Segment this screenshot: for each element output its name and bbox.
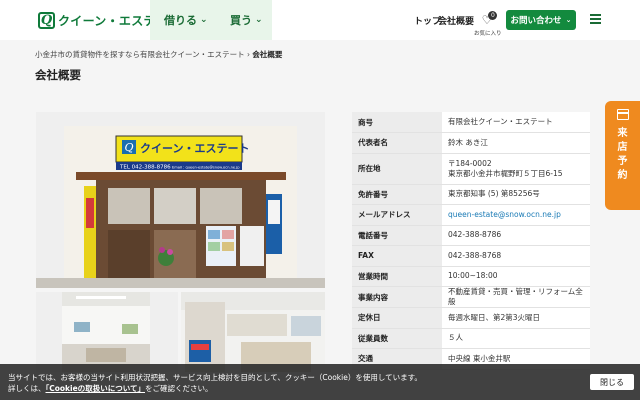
row-value: 10:00~18:00 bbox=[442, 266, 590, 287]
favorites-label: お気に入り bbox=[474, 31, 502, 37]
cookie-line-2-suffix: をご確認ください。 bbox=[144, 384, 213, 393]
table-row: 事業内容 不動産賃貸・売買・管理・リフォーム全般 bbox=[352, 286, 590, 308]
row-value: 鈴木 あき江 bbox=[442, 132, 590, 154]
favorites-button[interactable]: ♡ 0 お気に入り bbox=[474, 9, 502, 37]
row-value: queen-estate@snow.ocn.ne.jp bbox=[442, 204, 590, 226]
row-key: 従業員数 bbox=[352, 328, 442, 349]
table-row: 商号 有限会社クイーン・エステート bbox=[352, 112, 590, 133]
nav-borrow-menu[interactable]: 借りる ⌄ bbox=[164, 0, 208, 40]
breadcrumb-home-link[interactable]: 小金井市の賃貸物件を探すなら有限会社クイーン・エステート bbox=[35, 50, 245, 59]
table-row: 免許番号 東京都知事 (5) 第85256号 bbox=[352, 184, 590, 205]
table-row: 代表者名 鈴木 あき江 bbox=[352, 132, 590, 154]
cookie-close-button[interactable]: 閉じる bbox=[590, 374, 634, 390]
interior-photo-2 bbox=[181, 292, 325, 372]
row-value: 毎週水曜日、第2第3火曜日 bbox=[442, 307, 590, 329]
row-key: 商号 bbox=[352, 112, 442, 133]
side-tab-char: 約 bbox=[617, 170, 628, 181]
row-value: 042-388-8768 bbox=[442, 245, 590, 267]
chevron-down-icon: ⌄ bbox=[255, 15, 263, 25]
row-value: 東京都知事 (5) 第85256号 bbox=[442, 184, 590, 205]
contact-button[interactable]: お問い合わせ ⌄ bbox=[506, 10, 576, 30]
cookie-line-2-prefix: 詳しくは、 bbox=[8, 384, 46, 393]
cookie-banner: 当サイトでは、お客様の当サイト利用状況把握、サービス向上検討を目的として、クッキ… bbox=[0, 364, 640, 400]
row-key: 営業時間 bbox=[352, 266, 442, 287]
sign-email-text: Email : queen-estate@snow.ocn.ne.jp bbox=[172, 166, 240, 170]
cookie-policy-link[interactable]: 「Cookieの取扱いについて」 bbox=[46, 384, 145, 393]
company-link[interactable]: 会社概要 bbox=[438, 14, 474, 27]
svg-text:Q: Q bbox=[124, 141, 133, 154]
row-value: 〒184-0002 東京都小金井市梶野町５丁目6-15 bbox=[442, 153, 590, 185]
nav-buy-label: 買う bbox=[230, 14, 252, 27]
page-title: 会社概要 bbox=[35, 68, 81, 82]
breadcrumb: 小金井市の賃貸物件を探すなら有限会社クイーン・エステート › 会社概要 bbox=[35, 49, 282, 60]
email-link[interactable]: queen-estate@snow.ocn.ne.jp bbox=[448, 210, 561, 219]
row-key: FAX bbox=[352, 245, 442, 267]
visit-reservation-tab[interactable]: 来 店 予 約 bbox=[605, 101, 640, 210]
side-tab-char: 予 bbox=[617, 156, 628, 167]
site-header: Q クイーン・エステート 借りる ⌄ 買う ⌄ トップ 会社概要 ♡ 0 お気に入… bbox=[0, 0, 640, 40]
side-tab-char: 店 bbox=[617, 142, 628, 153]
chevron-down-icon: ⌄ bbox=[565, 16, 572, 24]
table-row: メールアドレス queen-estate@snow.ocn.ne.jp bbox=[352, 204, 590, 226]
favorites-count-badge: 0 bbox=[488, 11, 498, 20]
storefront-photo: Q クイーン・エステート TEL 042-388-8786 Email : qu… bbox=[36, 112, 325, 288]
address: 東京都小金井市梶野町５丁目6-15 bbox=[448, 168, 563, 178]
table-row: 所在地 〒184-0002 東京都小金井市梶野町５丁目6-15 bbox=[352, 153, 590, 185]
row-value: 042-388-8786 bbox=[442, 225, 590, 246]
row-value: 不動産賃貸・売買・管理・リフォーム全般 bbox=[442, 286, 590, 308]
row-value: ５人 bbox=[442, 328, 590, 349]
table-row: 定休日 毎週水曜日、第2第3火曜日 bbox=[352, 307, 590, 329]
interior-photo-1 bbox=[36, 292, 178, 372]
breadcrumb-separator: › bbox=[247, 50, 251, 59]
side-tab-char: 来 bbox=[617, 128, 628, 139]
contact-button-label: お問い合わせ bbox=[510, 16, 562, 26]
heart-icon: ♡ 0 bbox=[482, 11, 498, 26]
row-value: 有限会社クイーン・エステート bbox=[442, 112, 590, 133]
row-key: 電話番号 bbox=[352, 225, 442, 246]
sign-tel-text: TEL 042-388-8786 bbox=[119, 165, 171, 171]
hamburger-menu-icon[interactable] bbox=[590, 14, 601, 25]
logo-q-icon: Q bbox=[38, 11, 55, 29]
breadcrumb-current: 会社概要 bbox=[252, 50, 283, 59]
cookie-message: 当サイトでは、お客様の当サイト利用状況把握、サービス向上検討を目的として、クッキ… bbox=[8, 372, 438, 394]
row-key: 定休日 bbox=[352, 307, 442, 329]
row-key: 事業内容 bbox=[352, 286, 442, 308]
sign-name-text: クイーン・エステート bbox=[140, 142, 249, 155]
postal-code: 〒184-0002 bbox=[448, 158, 492, 168]
cookie-line-1: 当サイトでは、お客様の当サイト利用状況把握、サービス向上検討を目的として、クッキ… bbox=[8, 373, 422, 382]
row-key: 所在地 bbox=[352, 153, 442, 185]
table-row: 営業時間 10:00~18:00 bbox=[352, 266, 590, 287]
nav-borrow-label: 借りる bbox=[164, 14, 197, 27]
top-link[interactable]: トップ bbox=[414, 14, 441, 27]
company-info-table: 商号 有限会社クイーン・エステート 代表者名 鈴木 あき江 所在地 〒184-0… bbox=[352, 112, 590, 370]
cookie-line-2: 詳しくは、「Cookieの取扱いについて」をご確認ください。 bbox=[8, 383, 438, 394]
calendar-icon bbox=[616, 109, 629, 120]
row-key: 代表者名 bbox=[352, 132, 442, 154]
table-row: FAX 042-388-8768 bbox=[352, 245, 590, 267]
table-row: 電話番号 042-388-8786 bbox=[352, 225, 590, 246]
chevron-down-icon: ⌄ bbox=[200, 15, 208, 25]
row-key: 免許番号 bbox=[352, 184, 442, 205]
nav-buy-menu[interactable]: 買う ⌄ bbox=[230, 0, 263, 40]
table-row: 従業員数 ５人 bbox=[352, 328, 590, 349]
row-key: メールアドレス bbox=[352, 204, 442, 226]
